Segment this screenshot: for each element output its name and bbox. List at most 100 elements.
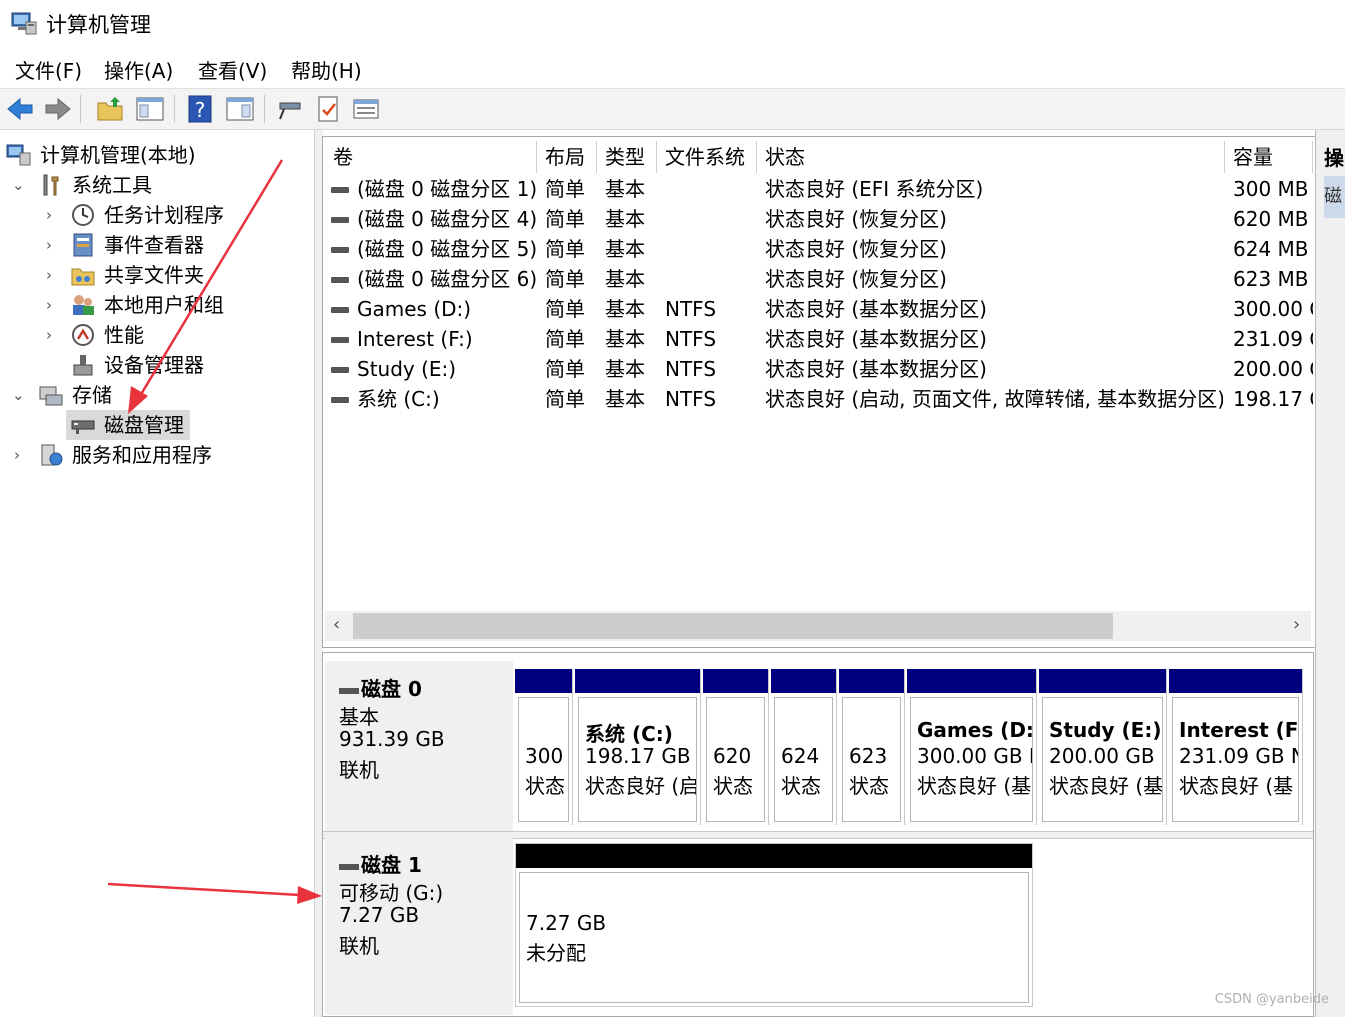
volume-cell-vol: (磁盘 0 磁盘分区 4) bbox=[357, 204, 537, 234]
chevron-right-icon[interactable]: › bbox=[46, 230, 52, 260]
partition-bar bbox=[907, 669, 1036, 693]
disk-size: 931.39 GB bbox=[339, 727, 445, 751]
column-header-type[interactable]: 类型 bbox=[597, 141, 657, 173]
volume-cell-vol: (磁盘 0 磁盘分区 6) bbox=[357, 264, 537, 294]
partition[interactable]: Games (D:300.00 GB I状态良好 (基 bbox=[907, 669, 1037, 825]
menu-view[interactable]: 查看(V) bbox=[198, 55, 267, 84]
checklist-icon[interactable] bbox=[312, 93, 344, 125]
volume-cell-status: 状态良好 (启动, 页面文件, 故障转储, 基本数据分区) bbox=[765, 384, 1223, 414]
volume-row[interactable]: Study (E:)简单基本NTFS状态良好 (基本数据分区)200.00 G bbox=[323, 354, 1313, 384]
volume-row[interactable]: (磁盘 0 磁盘分区 4)简单基本状态良好 (恢复分区)620 MB bbox=[323, 204, 1313, 234]
volume-cell-cap: 231.09 G bbox=[1233, 324, 1313, 354]
partition[interactable]: 300状态 bbox=[515, 669, 573, 825]
menu-action[interactable]: 操作(A) bbox=[104, 55, 173, 84]
chevron-right-icon[interactable]: › bbox=[46, 320, 52, 350]
partition-status: 状态 bbox=[849, 770, 889, 799]
volume-icon bbox=[331, 397, 349, 403]
partition-size: 198.17 GB bbox=[585, 744, 691, 768]
column-header-filesystem[interactable]: 文件系统 bbox=[657, 141, 757, 173]
tree-item-local-users[interactable]: › 本地用户和组 bbox=[0, 290, 310, 320]
scroll-left-icon[interactable]: ‹ bbox=[333, 614, 340, 635]
properties-icon[interactable] bbox=[224, 93, 256, 125]
disk-1-label[interactable]: 磁盘 1 可移动 (G:) 7.27 GB 联机 bbox=[325, 837, 513, 1015]
volume-cell-status: 状态良好 (基本数据分区) bbox=[765, 354, 1223, 384]
chevron-down-icon[interactable]: ⌄ bbox=[12, 380, 25, 410]
tree-item-event-viewer[interactable]: › 事件查看器 bbox=[0, 230, 310, 260]
volume-row[interactable]: (磁盘 0 磁盘分区 6)简单基本状态良好 (恢复分区)623 MB bbox=[323, 264, 1313, 294]
volume-icon bbox=[331, 337, 349, 343]
volume-cell-vol: Interest (F:) bbox=[357, 324, 537, 354]
toolbar-separator bbox=[174, 95, 175, 123]
disk-name: 磁盘 0 bbox=[361, 677, 422, 701]
tree-item-disk-management[interactable]: 磁盘管理 bbox=[66, 410, 190, 440]
volume-cell-fs: NTFS bbox=[665, 294, 755, 324]
svg-text:?: ? bbox=[195, 98, 206, 122]
watermark: CSDN @yanbeide bbox=[1215, 992, 1329, 1007]
tree-item-label: 本地用户和组 bbox=[104, 290, 224, 320]
partition-body: Games (D:300.00 GB I状态良好 (基 bbox=[910, 697, 1033, 822]
volume-cell-status: 状态良好 (基本数据分区) bbox=[765, 324, 1223, 354]
volume-row[interactable]: (磁盘 0 磁盘分区 1)简单基本状态良好 (EFI 系统分区)300 MB bbox=[323, 174, 1313, 204]
actions-item[interactable]: 磁 bbox=[1324, 176, 1345, 218]
column-header-layout[interactable]: 布局 bbox=[537, 141, 597, 173]
partition-bar bbox=[515, 669, 572, 693]
back-arrow-icon[interactable] bbox=[4, 93, 36, 125]
partition[interactable]: 系统 (C:)198.17 GB状态良好 (启 bbox=[575, 669, 701, 825]
column-header-capacity[interactable]: 容量 bbox=[1225, 141, 1313, 173]
tools-icon bbox=[38, 173, 64, 197]
partition[interactable]: 623状态 bbox=[839, 669, 905, 825]
tree-item-shared-folders[interactable]: › 共享文件夹 bbox=[0, 260, 310, 290]
horizontal-scrollbar[interactable]: ‹ › bbox=[325, 611, 1311, 641]
partition[interactable]: 620状态 bbox=[703, 669, 769, 825]
show-hide-tree-icon[interactable] bbox=[134, 93, 166, 125]
help-icon[interactable]: ? bbox=[184, 93, 216, 125]
volume-row[interactable]: Interest (F:)简单基本NTFS状态良好 (基本数据分区)231.09… bbox=[323, 324, 1313, 354]
tree-item-performance[interactable]: › 性能 bbox=[0, 320, 310, 350]
tree-root[interactable]: 计算机管理(本地) bbox=[0, 140, 310, 170]
event-log-icon bbox=[70, 233, 96, 257]
menu-help[interactable]: 帮助(H) bbox=[291, 55, 362, 84]
menu-bar: 文件(F) 操作(A) 查看(V) 帮助(H) bbox=[0, 46, 1345, 88]
disk-name-line: 磁盘 0 bbox=[339, 673, 422, 702]
volume-cell-type: 基本 bbox=[605, 324, 655, 354]
partition-size: 300 bbox=[525, 744, 563, 768]
volume-cell-cap: 300 MB bbox=[1233, 174, 1313, 204]
tree-item-device-manager[interactable]: 设备管理器 bbox=[0, 350, 310, 380]
partition-unallocated[interactable]: 7.27 GB 未分配 bbox=[515, 843, 1033, 1007]
volume-row[interactable]: Games (D:)简单基本NTFS状态良好 (基本数据分区)300.00 G bbox=[323, 294, 1313, 324]
column-header-volume[interactable]: 卷 bbox=[325, 141, 537, 173]
partition[interactable]: 624状态 bbox=[771, 669, 837, 825]
disk-0-label[interactable]: 磁盘 0 基本 931.39 GB 联机 bbox=[325, 661, 513, 831]
tree-item-task-scheduler[interactable]: › 任务计划程序 bbox=[0, 200, 310, 230]
tree-item-label: 存储 bbox=[72, 380, 112, 410]
connect-icon[interactable] bbox=[274, 93, 306, 125]
scrollbar-thumb[interactable] bbox=[353, 613, 1113, 639]
chevron-right-icon[interactable]: › bbox=[14, 440, 20, 470]
scroll-right-icon[interactable]: › bbox=[1293, 614, 1300, 635]
partition-body: 623状态 bbox=[842, 697, 901, 822]
volume-row[interactable]: 系统 (C:)简单基本NTFS状态良好 (启动, 页面文件, 故障转储, 基本数… bbox=[323, 384, 1313, 414]
tree-item-storage[interactable]: ⌄ 存储 bbox=[0, 380, 310, 410]
up-folder-icon[interactable] bbox=[94, 93, 126, 125]
forward-arrow-icon[interactable] bbox=[42, 93, 74, 125]
partition-bar bbox=[1169, 669, 1302, 693]
list-view-icon[interactable] bbox=[350, 93, 382, 125]
partition-status: 状态 bbox=[781, 770, 821, 799]
menu-file[interactable]: 文件(F) bbox=[15, 55, 82, 84]
disk-layout-view: 磁盘 0 基本 931.39 GB 联机 300状态系统 (C:)198.17 … bbox=[322, 652, 1314, 1017]
volume-cell-fs: NTFS bbox=[665, 384, 755, 414]
chevron-right-icon[interactable]: › bbox=[46, 260, 52, 290]
partition[interactable]: Interest (F:231.09 GB N状态良好 (基 bbox=[1169, 669, 1303, 825]
volume-cell-status: 状态良好 (恢复分区) bbox=[765, 234, 1223, 264]
chevron-down-icon[interactable]: ⌄ bbox=[12, 170, 25, 200]
chevron-right-icon[interactable]: › bbox=[46, 290, 52, 320]
volume-icon bbox=[331, 277, 349, 283]
chevron-right-icon[interactable]: › bbox=[46, 200, 52, 230]
tree-item-system-tools[interactable]: ⌄ 系统工具 bbox=[0, 170, 310, 200]
partition[interactable]: Study (E:)200.00 GB状态良好 (基 bbox=[1039, 669, 1167, 825]
volume-row[interactable]: (磁盘 0 磁盘分区 5)简单基本状态良好 (恢复分区)624 MB bbox=[323, 234, 1313, 264]
column-header-status[interactable]: 状态 bbox=[757, 141, 1225, 173]
shared-folder-icon bbox=[70, 263, 96, 287]
volume-cell-status: 状态良好 (恢复分区) bbox=[765, 204, 1223, 234]
tree-item-services-apps[interactable]: › 服务和应用程序 bbox=[0, 440, 310, 470]
